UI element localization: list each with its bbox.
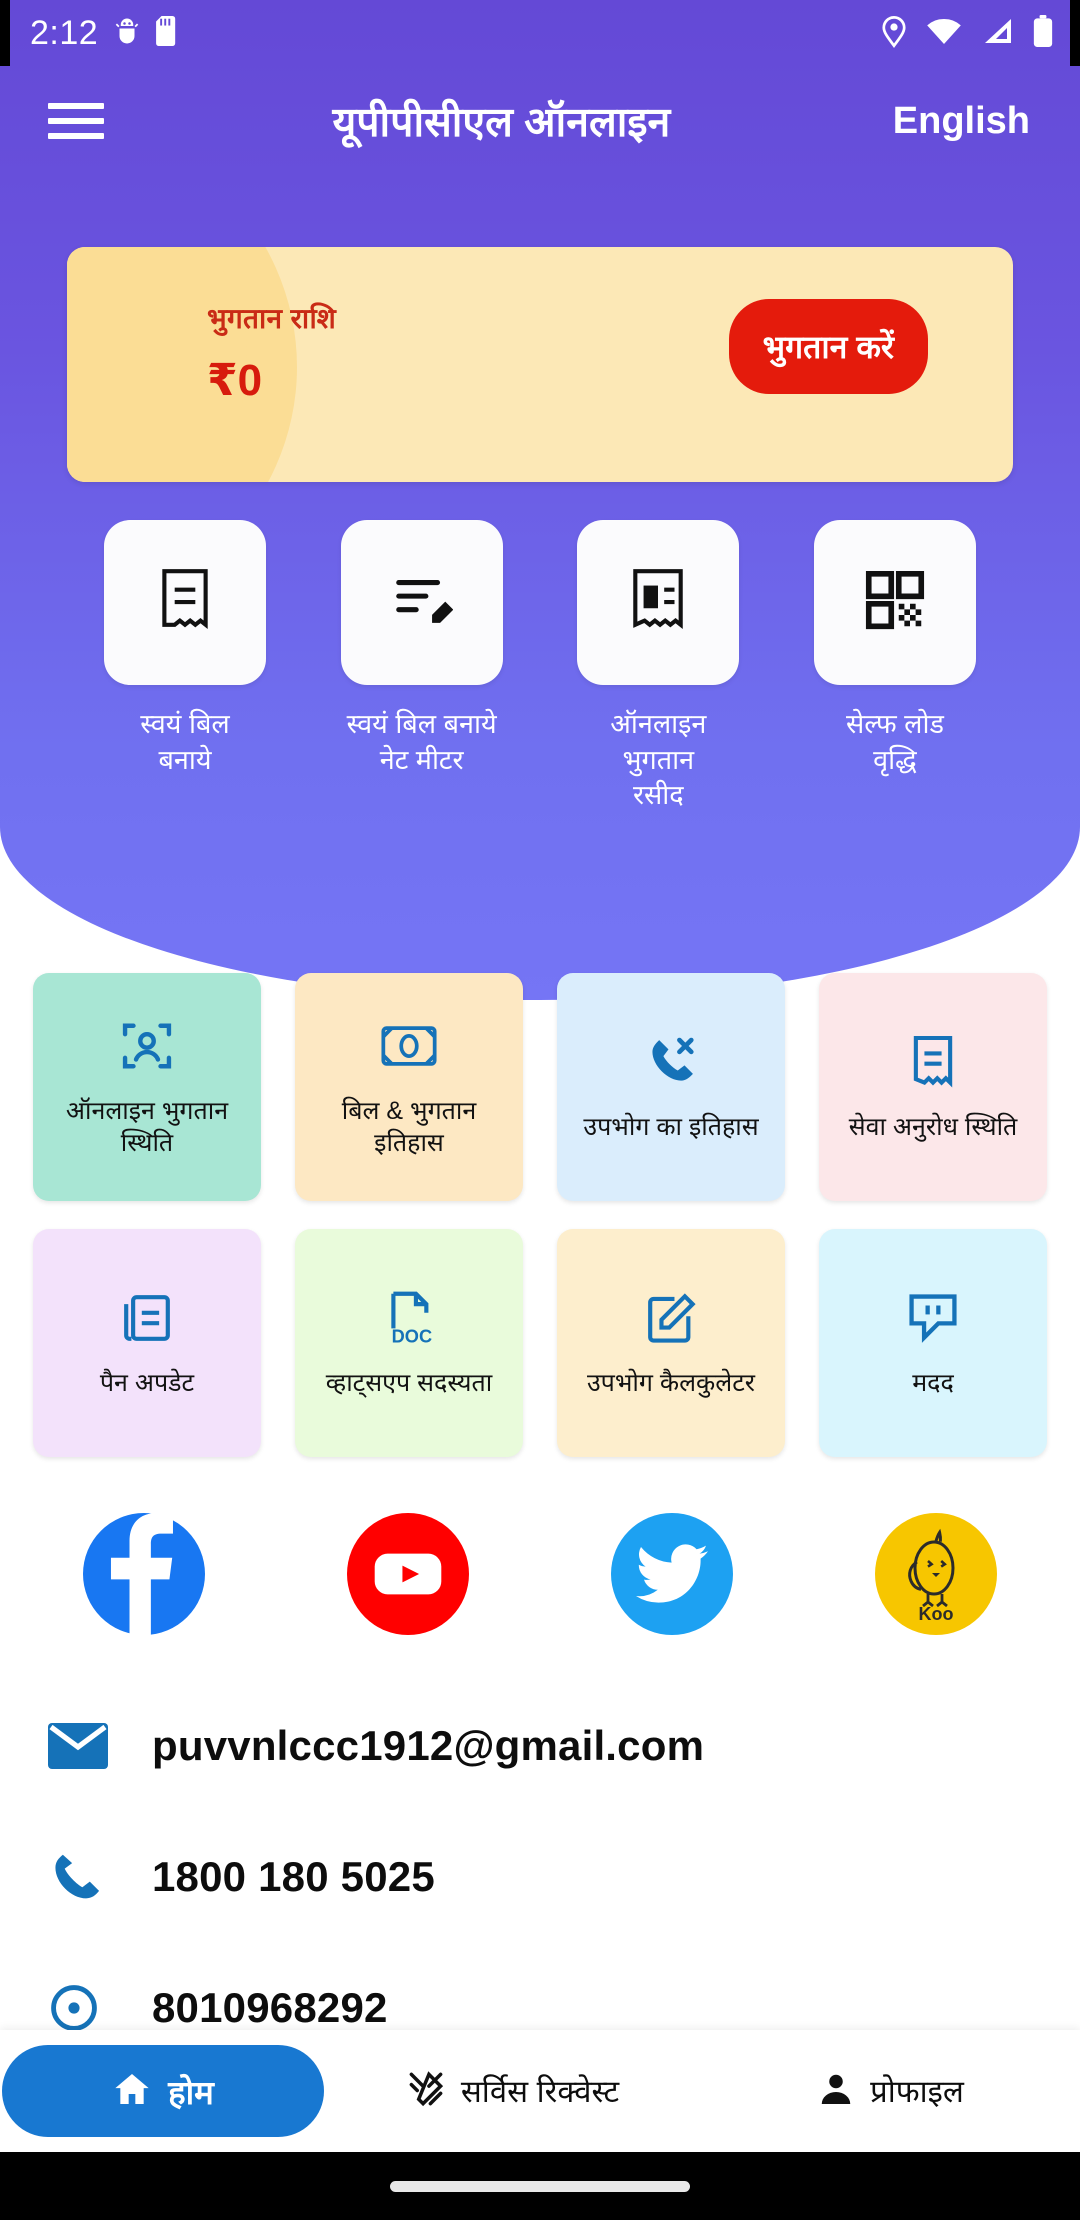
support-icon bbox=[48, 1982, 152, 2034]
quick-tile-label: ऑनलाइन भुगतान रसीद bbox=[610, 709, 707, 811]
card-online-payment-status[interactable]: ऑनलाइन भुगतान स्थिति bbox=[33, 973, 261, 1201]
feature-cards-row-2: पैन अपडेट DOC व्हाट्सएप सदस्यता उपभोग कै… bbox=[0, 1229, 1080, 1457]
quick-tile-payment-receipt[interactable]: ऑनलाइन भुगतान रसीद bbox=[577, 520, 740, 814]
status-bar: 2:12 bbox=[0, 0, 1080, 66]
battery-icon bbox=[1032, 14, 1054, 52]
quick-tile-label: स्वयं बिल बनाये bbox=[140, 709, 230, 775]
phone-icon bbox=[48, 1851, 152, 1903]
wifi-icon bbox=[926, 16, 962, 51]
card-label: मदद bbox=[912, 1368, 954, 1397]
screen-edge-right bbox=[1070, 0, 1080, 66]
bottom-navigation-bar: होम सर्विस रिक्वेस्ट प्रोफाइल bbox=[0, 2030, 1080, 2152]
pay-now-button[interactable]: भुगतान करें bbox=[728, 299, 928, 394]
quick-tile-self-bill[interactable]: स्वयं बिल बनाये bbox=[104, 520, 266, 814]
edit-note-icon bbox=[645, 1287, 697, 1349]
edit-list-icon bbox=[391, 569, 453, 636]
contact-value: puvvnlccc1912@gmail.com bbox=[152, 1721, 705, 1769]
status-bar-left: 2:12 bbox=[30, 14, 178, 53]
card-label: सेवा अनुरोध स्थिति bbox=[848, 1112, 1018, 1141]
nav-item-profile[interactable]: प्रोफाइल bbox=[702, 2070, 1080, 2112]
android-debug-icon bbox=[112, 16, 142, 51]
card-help[interactable]: मदद bbox=[819, 1229, 1047, 1457]
status-bar-right bbox=[880, 14, 1054, 53]
card-pan-update[interactable]: पैन अपडेट bbox=[33, 1229, 261, 1457]
card-whatsapp-subscription[interactable]: DOC व्हाट्सएप सदस्यता bbox=[295, 1229, 523, 1457]
location-icon bbox=[880, 14, 908, 53]
social-links-row: Koo bbox=[0, 1513, 1080, 1635]
receipt-card-icon bbox=[627, 567, 689, 638]
profile-icon bbox=[818, 2071, 854, 2112]
face-scan-icon bbox=[120, 1015, 174, 1077]
koo-icon[interactable]: Koo bbox=[875, 1513, 997, 1635]
contact-list: puvvnlccc1912@gmail.com 1800 180 5025 80… bbox=[0, 1680, 1080, 2073]
payment-amount-label: भुगतान राशि bbox=[207, 303, 337, 334]
youtube-icon[interactable] bbox=[347, 1513, 469, 1635]
article-icon bbox=[121, 1287, 173, 1349]
service-request-icon bbox=[407, 2070, 445, 2113]
screen-edge-left bbox=[0, 0, 10, 66]
card-label: ऑनलाइन भुगतान स्थिति bbox=[65, 1096, 229, 1158]
quick-actions-row: स्वयं बिलबनाये स्वयं बिल बनायेनेट मीटर bbox=[0, 520, 1080, 814]
nav-item-home[interactable]: होम bbox=[2, 2045, 324, 2137]
card-label: बिल & भुगतान इतिहास bbox=[341, 1096, 477, 1158]
card-label: उपभोग का इतिहास bbox=[583, 1112, 759, 1141]
payment-amount-value: ₹0 bbox=[207, 356, 263, 405]
clock: 2:12 bbox=[30, 13, 99, 52]
app-bar: यूपीपीसीएल ऑनलाइन English bbox=[0, 66, 1080, 176]
payment-amount-card[interactable]: भुगतान राशि ₹0 भुगतान करें bbox=[67, 247, 1013, 482]
quick-tile-label: सेल्फ लोड वृद्धि bbox=[846, 709, 944, 775]
contact-value: 1800 180 5025 bbox=[152, 1852, 435, 1900]
receipt-icon bbox=[909, 1031, 957, 1093]
quick-tile-icon-box bbox=[340, 520, 503, 685]
contact-row-toll-free[interactable]: 1800 180 5025 bbox=[0, 1811, 1080, 1942]
card-consumption-history[interactable]: उपभोग का इतिहास bbox=[557, 973, 785, 1201]
money-note-icon bbox=[381, 1015, 437, 1077]
contact-row-email[interactable]: puvvnlccc1912@gmail.com bbox=[0, 1680, 1080, 1811]
sd-card-icon bbox=[156, 15, 178, 51]
quick-tile-self-load-enhance[interactable]: सेल्फ लोड वृद्धि bbox=[813, 520, 976, 814]
doc-file-icon: DOC bbox=[383, 1287, 435, 1349]
nav-label: प्रोफाइल bbox=[870, 2074, 964, 2109]
home-icon bbox=[112, 2069, 152, 2114]
nav-label: होम bbox=[168, 2073, 214, 2111]
nav-item-service-request[interactable]: सर्विस रिक्वेस्ट bbox=[324, 2070, 702, 2113]
card-consumption-calculator[interactable]: उपभोग कैलकुलेटर bbox=[557, 1229, 785, 1457]
card-label: पैन अपडेट bbox=[99, 1368, 195, 1397]
phone-missed-icon bbox=[644, 1031, 698, 1093]
svg-text:DOC: DOC bbox=[392, 1326, 432, 1346]
quick-tile-icon-box bbox=[813, 520, 976, 685]
gesture-handle[interactable] bbox=[390, 2180, 690, 2192]
card-bill-payment-history[interactable]: बिल & भुगतान इतिहास bbox=[295, 973, 523, 1201]
page-title: यूपीपीसीएल ऑनलाइन bbox=[332, 99, 671, 145]
quick-tile-icon-box bbox=[104, 520, 266, 685]
twitter-icon[interactable] bbox=[611, 1513, 733, 1635]
system-gesture-bar bbox=[0, 2152, 1080, 2220]
language-button[interactable]: English bbox=[893, 100, 1030, 143]
card-service-request-status[interactable]: सेवा अनुरोध स्थिति bbox=[819, 973, 1047, 1201]
qr-code-icon bbox=[865, 570, 925, 635]
payment-info: भुगतान राशि ₹0 bbox=[207, 299, 336, 406]
quick-tile-net-meter-bill[interactable]: स्वयं बिल बनाये नेट मीटर bbox=[340, 520, 503, 814]
quick-tile-icon-box bbox=[577, 520, 740, 685]
feature-cards-row-1: ऑनलाइन भुगतान स्थिति बिल & भुगतान इतिहास उ… bbox=[0, 973, 1080, 1201]
contact-value: 8010968292 bbox=[152, 1983, 388, 2031]
nav-label: सर्विस रिक्वेस्ट bbox=[460, 2074, 620, 2109]
email-icon bbox=[48, 1722, 152, 1769]
quick-tile-label: स्वयं बिल बनाये नेट मीटर bbox=[346, 709, 497, 775]
card-label: उपभोग कैलकुलेटर bbox=[586, 1368, 756, 1397]
card-label: व्हाट्सएप सदस्यता bbox=[325, 1368, 493, 1397]
receipt-icon bbox=[154, 567, 216, 638]
signal-icon bbox=[980, 16, 1014, 51]
svg-text:Koo: Koo bbox=[919, 1604, 954, 1622]
chat-help-icon bbox=[908, 1287, 958, 1349]
facebook-icon[interactable] bbox=[83, 1513, 205, 1635]
